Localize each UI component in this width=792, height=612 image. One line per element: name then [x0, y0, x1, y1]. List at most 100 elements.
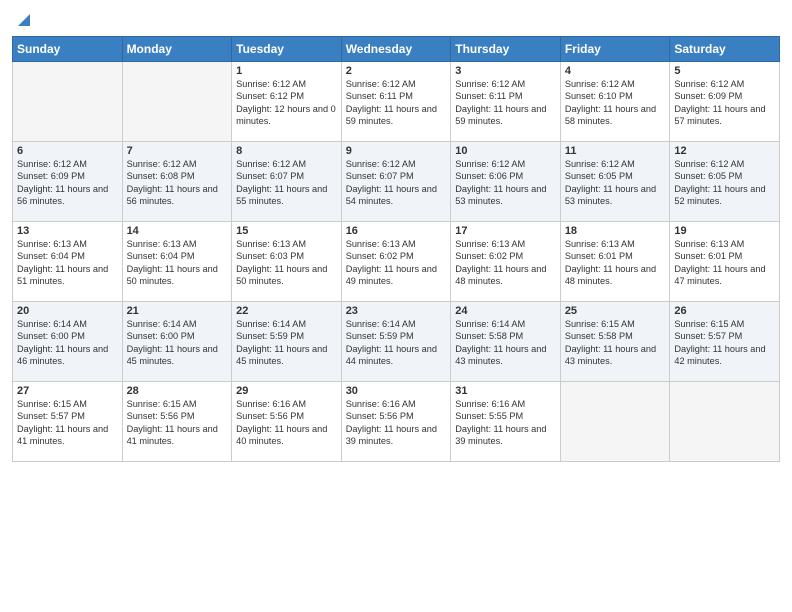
calendar-week-row: 20Sunrise: 6:14 AM Sunset: 6:00 PM Dayli… [13, 302, 780, 382]
calendar-cell [13, 62, 123, 142]
calendar-cell: 18Sunrise: 6:13 AM Sunset: 6:01 PM Dayli… [560, 222, 670, 302]
calendar-cell: 28Sunrise: 6:15 AM Sunset: 5:56 PM Dayli… [122, 382, 232, 462]
calendar-cell: 10Sunrise: 6:12 AM Sunset: 6:06 PM Dayli… [451, 142, 561, 222]
day-info: Sunrise: 6:12 AM Sunset: 6:08 PM Dayligh… [127, 158, 228, 208]
calendar-cell: 20Sunrise: 6:14 AM Sunset: 6:00 PM Dayli… [13, 302, 123, 382]
day-info: Sunrise: 6:13 AM Sunset: 6:04 PM Dayligh… [17, 238, 118, 288]
calendar-cell: 11Sunrise: 6:12 AM Sunset: 6:05 PM Dayli… [560, 142, 670, 222]
calendar-header-row: SundayMondayTuesdayWednesdayThursdayFrid… [13, 37, 780, 62]
col-header-wednesday: Wednesday [341, 37, 451, 62]
calendar-cell: 13Sunrise: 6:13 AM Sunset: 6:04 PM Dayli… [13, 222, 123, 302]
calendar-cell: 5Sunrise: 6:12 AM Sunset: 6:09 PM Daylig… [670, 62, 780, 142]
day-info: Sunrise: 6:15 AM Sunset: 5:57 PM Dayligh… [674, 318, 775, 368]
day-number: 26 [674, 305, 775, 317]
calendar-cell: 30Sunrise: 6:16 AM Sunset: 5:56 PM Dayli… [341, 382, 451, 462]
day-info: Sunrise: 6:12 AM Sunset: 6:12 PM Dayligh… [236, 78, 337, 128]
day-info: Sunrise: 6:14 AM Sunset: 6:00 PM Dayligh… [127, 318, 228, 368]
day-number: 6 [17, 145, 118, 157]
calendar-cell: 19Sunrise: 6:13 AM Sunset: 6:01 PM Dayli… [670, 222, 780, 302]
day-number: 8 [236, 145, 337, 157]
day-info: Sunrise: 6:12 AM Sunset: 6:05 PM Dayligh… [674, 158, 775, 208]
calendar-week-row: 6Sunrise: 6:12 AM Sunset: 6:09 PM Daylig… [13, 142, 780, 222]
day-info: Sunrise: 6:16 AM Sunset: 5:56 PM Dayligh… [346, 398, 447, 448]
calendar-cell: 14Sunrise: 6:13 AM Sunset: 6:04 PM Dayli… [122, 222, 232, 302]
day-number: 12 [674, 145, 775, 157]
logo-icon [14, 10, 34, 30]
calendar-cell [670, 382, 780, 462]
day-number: 5 [674, 65, 775, 77]
day-info: Sunrise: 6:13 AM Sunset: 6:01 PM Dayligh… [565, 238, 666, 288]
day-number: 18 [565, 225, 666, 237]
calendar-cell: 8Sunrise: 6:12 AM Sunset: 6:07 PM Daylig… [232, 142, 342, 222]
day-number: 24 [455, 305, 556, 317]
day-number: 21 [127, 305, 228, 317]
day-info: Sunrise: 6:13 AM Sunset: 6:03 PM Dayligh… [236, 238, 337, 288]
day-info: Sunrise: 6:15 AM Sunset: 5:57 PM Dayligh… [17, 398, 118, 448]
calendar-cell: 22Sunrise: 6:14 AM Sunset: 5:59 PM Dayli… [232, 302, 342, 382]
day-info: Sunrise: 6:12 AM Sunset: 6:07 PM Dayligh… [346, 158, 447, 208]
day-info: Sunrise: 6:12 AM Sunset: 6:11 PM Dayligh… [346, 78, 447, 128]
day-info: Sunrise: 6:12 AM Sunset: 6:10 PM Dayligh… [565, 78, 666, 128]
day-info: Sunrise: 6:12 AM Sunset: 6:11 PM Dayligh… [455, 78, 556, 128]
day-number: 29 [236, 385, 337, 397]
day-number: 22 [236, 305, 337, 317]
calendar-cell: 15Sunrise: 6:13 AM Sunset: 6:03 PM Dayli… [232, 222, 342, 302]
calendar-table: SundayMondayTuesdayWednesdayThursdayFrid… [12, 36, 780, 462]
calendar-cell: 21Sunrise: 6:14 AM Sunset: 6:00 PM Dayli… [122, 302, 232, 382]
day-number: 20 [17, 305, 118, 317]
day-number: 14 [127, 225, 228, 237]
day-info: Sunrise: 6:13 AM Sunset: 6:04 PM Dayligh… [127, 238, 228, 288]
col-header-tuesday: Tuesday [232, 37, 342, 62]
day-number: 7 [127, 145, 228, 157]
page-container: SundayMondayTuesdayWednesdayThursdayFrid… [0, 0, 792, 470]
day-number: 2 [346, 65, 447, 77]
day-info: Sunrise: 6:13 AM Sunset: 6:02 PM Dayligh… [346, 238, 447, 288]
col-header-friday: Friday [560, 37, 670, 62]
day-number: 1 [236, 65, 337, 77]
day-number: 13 [17, 225, 118, 237]
calendar-cell: 3Sunrise: 6:12 AM Sunset: 6:11 PM Daylig… [451, 62, 561, 142]
calendar-cell: 7Sunrise: 6:12 AM Sunset: 6:08 PM Daylig… [122, 142, 232, 222]
day-number: 30 [346, 385, 447, 397]
calendar-cell: 16Sunrise: 6:13 AM Sunset: 6:02 PM Dayli… [341, 222, 451, 302]
day-info: Sunrise: 6:14 AM Sunset: 5:59 PM Dayligh… [236, 318, 337, 368]
day-info: Sunrise: 6:16 AM Sunset: 5:55 PM Dayligh… [455, 398, 556, 448]
day-info: Sunrise: 6:16 AM Sunset: 5:56 PM Dayligh… [236, 398, 337, 448]
day-number: 3 [455, 65, 556, 77]
calendar-week-row: 1Sunrise: 6:12 AM Sunset: 6:12 PM Daylig… [13, 62, 780, 142]
day-number: 27 [17, 385, 118, 397]
day-info: Sunrise: 6:12 AM Sunset: 6:09 PM Dayligh… [674, 78, 775, 128]
calendar-cell: 24Sunrise: 6:14 AM Sunset: 5:58 PM Dayli… [451, 302, 561, 382]
calendar-cell: 25Sunrise: 6:15 AM Sunset: 5:58 PM Dayli… [560, 302, 670, 382]
col-header-sunday: Sunday [13, 37, 123, 62]
calendar-cell: 29Sunrise: 6:16 AM Sunset: 5:56 PM Dayli… [232, 382, 342, 462]
calendar-week-row: 13Sunrise: 6:13 AM Sunset: 6:04 PM Dayli… [13, 222, 780, 302]
calendar-cell: 9Sunrise: 6:12 AM Sunset: 6:07 PM Daylig… [341, 142, 451, 222]
day-info: Sunrise: 6:13 AM Sunset: 6:02 PM Dayligh… [455, 238, 556, 288]
calendar-cell: 27Sunrise: 6:15 AM Sunset: 5:57 PM Dayli… [13, 382, 123, 462]
day-info: Sunrise: 6:14 AM Sunset: 6:00 PM Dayligh… [17, 318, 118, 368]
col-header-saturday: Saturday [670, 37, 780, 62]
day-info: Sunrise: 6:14 AM Sunset: 5:59 PM Dayligh… [346, 318, 447, 368]
page-header [12, 10, 780, 30]
day-info: Sunrise: 6:12 AM Sunset: 6:07 PM Dayligh… [236, 158, 337, 208]
calendar-cell: 26Sunrise: 6:15 AM Sunset: 5:57 PM Dayli… [670, 302, 780, 382]
day-info: Sunrise: 6:13 AM Sunset: 6:01 PM Dayligh… [674, 238, 775, 288]
calendar-cell: 6Sunrise: 6:12 AM Sunset: 6:09 PM Daylig… [13, 142, 123, 222]
calendar-week-row: 27Sunrise: 6:15 AM Sunset: 5:57 PM Dayli… [13, 382, 780, 462]
col-header-monday: Monday [122, 37, 232, 62]
calendar-cell: 1Sunrise: 6:12 AM Sunset: 6:12 PM Daylig… [232, 62, 342, 142]
day-number: 11 [565, 145, 666, 157]
day-info: Sunrise: 6:15 AM Sunset: 5:56 PM Dayligh… [127, 398, 228, 448]
calendar-cell: 23Sunrise: 6:14 AM Sunset: 5:59 PM Dayli… [341, 302, 451, 382]
day-info: Sunrise: 6:15 AM Sunset: 5:58 PM Dayligh… [565, 318, 666, 368]
day-number: 25 [565, 305, 666, 317]
col-header-thursday: Thursday [451, 37, 561, 62]
day-info: Sunrise: 6:12 AM Sunset: 6:05 PM Dayligh… [565, 158, 666, 208]
day-info: Sunrise: 6:14 AM Sunset: 5:58 PM Dayligh… [455, 318, 556, 368]
calendar-cell: 31Sunrise: 6:16 AM Sunset: 5:55 PM Dayli… [451, 382, 561, 462]
calendar-cell: 2Sunrise: 6:12 AM Sunset: 6:11 PM Daylig… [341, 62, 451, 142]
day-number: 4 [565, 65, 666, 77]
day-number: 10 [455, 145, 556, 157]
calendar-cell: 12Sunrise: 6:12 AM Sunset: 6:05 PM Dayli… [670, 142, 780, 222]
